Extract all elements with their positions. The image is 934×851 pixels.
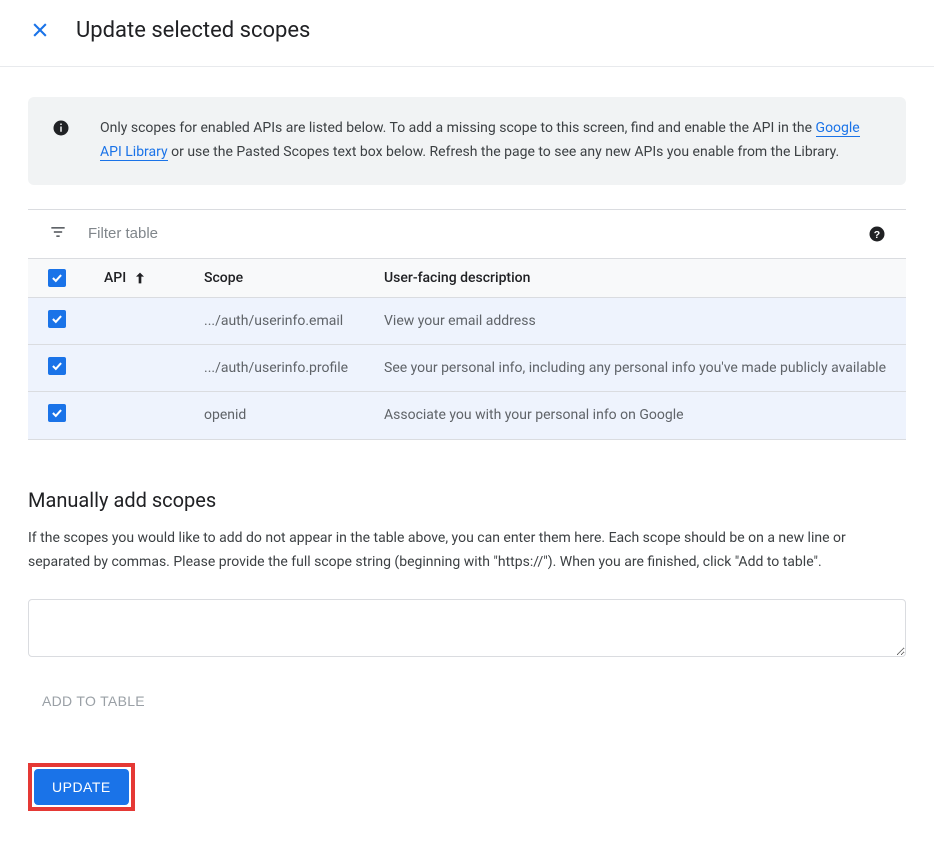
cell-description: Associate you with your personal info on… xyxy=(384,404,886,426)
manual-scopes-textarea[interactable] xyxy=(28,599,906,657)
dialog-header: Update selected scopes xyxy=(0,0,934,67)
cell-scope: .../auth/userinfo.email xyxy=(204,310,384,332)
footer: UPDATE xyxy=(28,763,906,821)
info-text-after: or use the Pasted Scopes text box below.… xyxy=(168,144,840,160)
filter-icon xyxy=(48,222,68,246)
table-row: .../auth/userinfo.profile See your perso… xyxy=(28,345,906,392)
header-api[interactable]: API xyxy=(104,270,204,286)
add-to-table-button[interactable]: ADD TO TABLE xyxy=(36,683,151,719)
table-header-row: API Scope User-facing description xyxy=(28,258,906,298)
page-title: Update selected scopes xyxy=(76,18,310,43)
info-text-before: Only scopes for enabled APIs are listed … xyxy=(100,120,816,136)
row-checkbox[interactable] xyxy=(48,404,66,422)
update-button-highlight: UPDATE xyxy=(28,763,135,811)
scopes-table: ? API Scope User-facing description xyxy=(28,209,906,440)
cell-description: View your email address xyxy=(384,310,886,332)
help-icon[interactable]: ? xyxy=(868,225,886,243)
filter-input[interactable] xyxy=(86,224,850,243)
close-button[interactable] xyxy=(20,10,60,50)
header-scope[interactable]: Scope xyxy=(204,270,384,286)
cell-scope: openid xyxy=(204,404,384,426)
row-checkbox[interactable] xyxy=(48,357,66,375)
table-row: .../auth/userinfo.email View your email … xyxy=(28,298,906,345)
manual-scopes-description: If the scopes you would like to add do n… xyxy=(28,526,906,575)
update-button[interactable]: UPDATE xyxy=(34,769,129,805)
manual-scopes-title: Manually add scopes xyxy=(28,488,906,512)
info-banner: Only scopes for enabled APIs are listed … xyxy=(28,97,906,185)
row-checkbox[interactable] xyxy=(48,310,66,328)
select-all-checkbox[interactable] xyxy=(48,269,66,287)
filter-row: ? xyxy=(28,210,906,258)
svg-text:?: ? xyxy=(874,228,880,240)
header-description[interactable]: User-facing description xyxy=(384,270,886,286)
info-icon xyxy=(52,119,70,165)
info-text: Only scopes for enabled APIs are listed … xyxy=(100,117,882,165)
table-row: openid Associate you with your personal … xyxy=(28,392,906,439)
header-api-label: API xyxy=(104,270,126,286)
close-icon xyxy=(30,20,50,40)
sort-arrow-up-icon xyxy=(132,270,148,286)
cell-scope: .../auth/userinfo.profile xyxy=(204,357,384,379)
cell-description: See your personal info, including any pe… xyxy=(384,357,886,379)
